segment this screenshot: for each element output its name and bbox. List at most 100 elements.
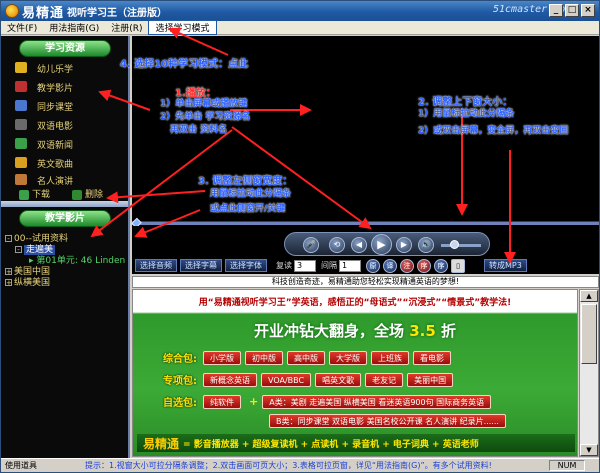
promo-chip[interactable]: 高中版 [287,350,325,365]
menu-bar: 文件(F) 用法指南(G) 注册(R) 选择学习模式 [1,20,599,35]
maximize-button[interactable]: □ [565,4,579,17]
translate-button[interactable]: 译 [383,258,397,273]
select-font-button[interactable]: 选择字体 [225,259,267,272]
interval-stepper[interactable]: 1 [339,259,361,272]
download-icon [19,189,29,200]
promo-chip[interactable]: 纯软件 [203,394,241,409]
resource-item-movies[interactable]: 双语电影 [37,119,73,132]
promo-features: = 影音播放器 + 超级复读机 + 点读机 + 录音机 + 电子词典 + 英语老… [183,439,479,450]
promo-plus: + [249,395,259,408]
control-panel: 🎤 ⟲ ◀ ▶ ▶ 🔊 选择音频 选择字幕 选择字体 复读 3 间隔 1 原 译… [132,226,599,274]
note-play-2: 2）先单击 学习资源名 [160,112,251,122]
seek-track [132,222,599,225]
promo-chip[interactable]: 美丽中国 [407,372,454,387]
resource-item-songs[interactable]: 英文歌曲 [37,157,73,170]
mic-icon[interactable]: 🎤 [303,237,319,253]
player-controls: 🎤 ⟲ ◀ ▶ ▶ 🔊 [284,232,490,256]
promo-chip[interactable]: 唱英文歌 [315,372,362,387]
seek-bar[interactable] [131,217,599,229]
promo-chip[interactable]: 小学版 [203,350,241,365]
select-audio-button[interactable]: 选择音频 [135,259,177,272]
promo-chip[interactable]: 老友记 [365,372,404,387]
speech-icon [15,174,27,185]
prev-button[interactable]: ◀ [351,237,367,253]
collapse-icon[interactable]: - [15,246,22,254]
promo-slogan: 用“易精通视听学习王”学英语，感悟正的“母语式”“沉浸式”“情景式”教学法! [198,298,512,308]
order-button[interactable]: 序 [417,258,431,273]
note-button[interactable]: 注 [400,258,414,273]
promo-scrollbar[interactable]: ▲ ▼ [579,289,599,457]
promo-chip[interactable]: A类：美剧 走遍美国 纵横美国 看迷英语900句 国际商务英语 [262,394,492,409]
scroll-down-icon[interactable]: ▼ [580,444,598,456]
app-title: 易精通 [22,5,65,21]
films-header[interactable]: 教学影片 [19,210,111,227]
promo-chip[interactable]: VOA/BBC [261,372,312,387]
scroll-up-icon[interactable]: ▲ [580,290,598,302]
window-controls: _ □ × [549,4,595,17]
promo-chip[interactable]: 大学版 [329,350,367,365]
note-mode: 4. 选择10种学习模式：点此 [120,59,249,70]
resource-item-class[interactable]: 同步课堂 [37,100,73,113]
original-button[interactable]: 原 [366,258,380,273]
promo-footer: 易精通 = 影音播放器 + 超级复读机 + 点读机 + 录音机 + 电子词典 +… [137,434,575,452]
sidebar-splitter[interactable] [1,201,128,207]
promo-row-custom: 自选包: 纯软件 + A类：美剧 走遍美国 纵横美国 看迷英语900句 国际商务… [163,394,495,409]
status-left: 使用道具 [5,461,37,470]
promo-chip[interactable]: B类：同步课堂 双语电影 美国名校公开课 名人演讲 纪录片...... [269,414,506,428]
delete-button[interactable]: 删除 [72,187,103,200]
collapse-icon[interactable]: - [5,235,12,243]
expand-icon[interactable]: + [5,268,12,276]
delete-label: 删除 [85,190,104,200]
note-left-title: 3. 调整左侧窗宽度： [198,176,293,187]
resource-item-news[interactable]: 双语新闻 [37,138,73,151]
tree-item-across-usa[interactable]: + 纵横美国 [5,275,50,288]
promo-chip[interactable]: 看电影 [413,350,451,365]
interval-label: 间隔 [321,261,337,270]
film-icon [15,81,27,92]
resource-item-speeches[interactable]: 名人演讲 [37,174,73,187]
title-bar[interactable]: 易精通 视听学习王（注册版） 51cmaster.com _ □ × [1,1,599,21]
kids-icon [15,62,27,73]
delete-icon [72,189,83,200]
menu-file[interactable]: 文件(F) [1,21,43,34]
volume-handle[interactable] [450,240,459,249]
play-button[interactable]: ▶ [371,234,392,255]
repeat-stepper[interactable]: 3 [294,259,316,272]
promo-brand: 易精通 [143,436,180,451]
note-left-1: 用鼠标拉动此分隔条 [210,189,292,199]
resource-item-films[interactable]: 教学影片 [37,81,73,94]
repeat-label: 复读 [276,261,292,270]
convert-mp3-button[interactable]: 转成MP3 [484,259,527,272]
menu-register[interactable]: 注册(R) [105,21,148,34]
minimize-button[interactable]: _ [549,4,563,17]
class-icon [15,100,27,111]
menu-study-mode[interactable]: 选择学习模式 [148,20,217,35]
volume-icon[interactable]: 🔊 [418,237,434,253]
promo-chip[interactable]: 初中版 [245,350,283,365]
volume-slider[interactable] [441,244,481,247]
sequence-button[interactable]: 序 [434,258,448,273]
promo-chip[interactable]: 新概念英语 [203,372,257,387]
download-button[interactable]: 下载 [19,187,50,200]
resources-header[interactable]: 学习资源 [19,40,111,57]
close-button[interactable]: × [581,4,595,17]
select-subtitle-button[interactable]: 选择字幕 [180,259,222,272]
promo-row-comprehensive: 综合包: 小学版 初中版 高中版 大学版 上班族 看电影 [163,350,455,365]
resource-tools: 下载 删除 [19,187,103,200]
promo-chip[interactable]: 上班族 [371,350,409,365]
promo-row-custom-b: B类：同步课堂 双语电影 美国名校公开课 名人演讲 纪录片...... [269,414,510,428]
status-tip: 提示：1.视窗大小可拉分隔条调整；2.双击画面可页大小；3.表格可拉页窗，详见“… [85,461,492,470]
promo-panel[interactable]: 用“易精通视听学习王”学英语，感悟正的“母语式”“沉浸式”“情景式”教学法! 开… [132,289,578,457]
expand-icon[interactable]: + [5,279,12,287]
note-resize-2: 2）或双击屏幕，变全屏，再双击变回 [418,126,569,136]
next-button[interactable]: ▶ [396,237,412,253]
split-icon[interactable]: ▯ [451,258,465,273]
promo-banner: 开业冲钻大翻身，全场 3.5 折 [253,322,457,340]
app-subtitle: 视听学习王（注册版） [67,7,168,19]
menu-guide[interactable]: 用法指南(G) [43,21,105,34]
scroll-thumb[interactable] [581,304,597,364]
resource-item-kids[interactable]: 幼儿乐学 [37,62,73,75]
app-window: 易精通 视听学习王（注册版） 51cmaster.com _ □ × 文件(F)… [0,0,600,473]
note-resize-1: 1）用鼠标拉动此分隔条 [418,109,515,119]
rewind-button[interactable]: ⟲ [329,237,345,253]
